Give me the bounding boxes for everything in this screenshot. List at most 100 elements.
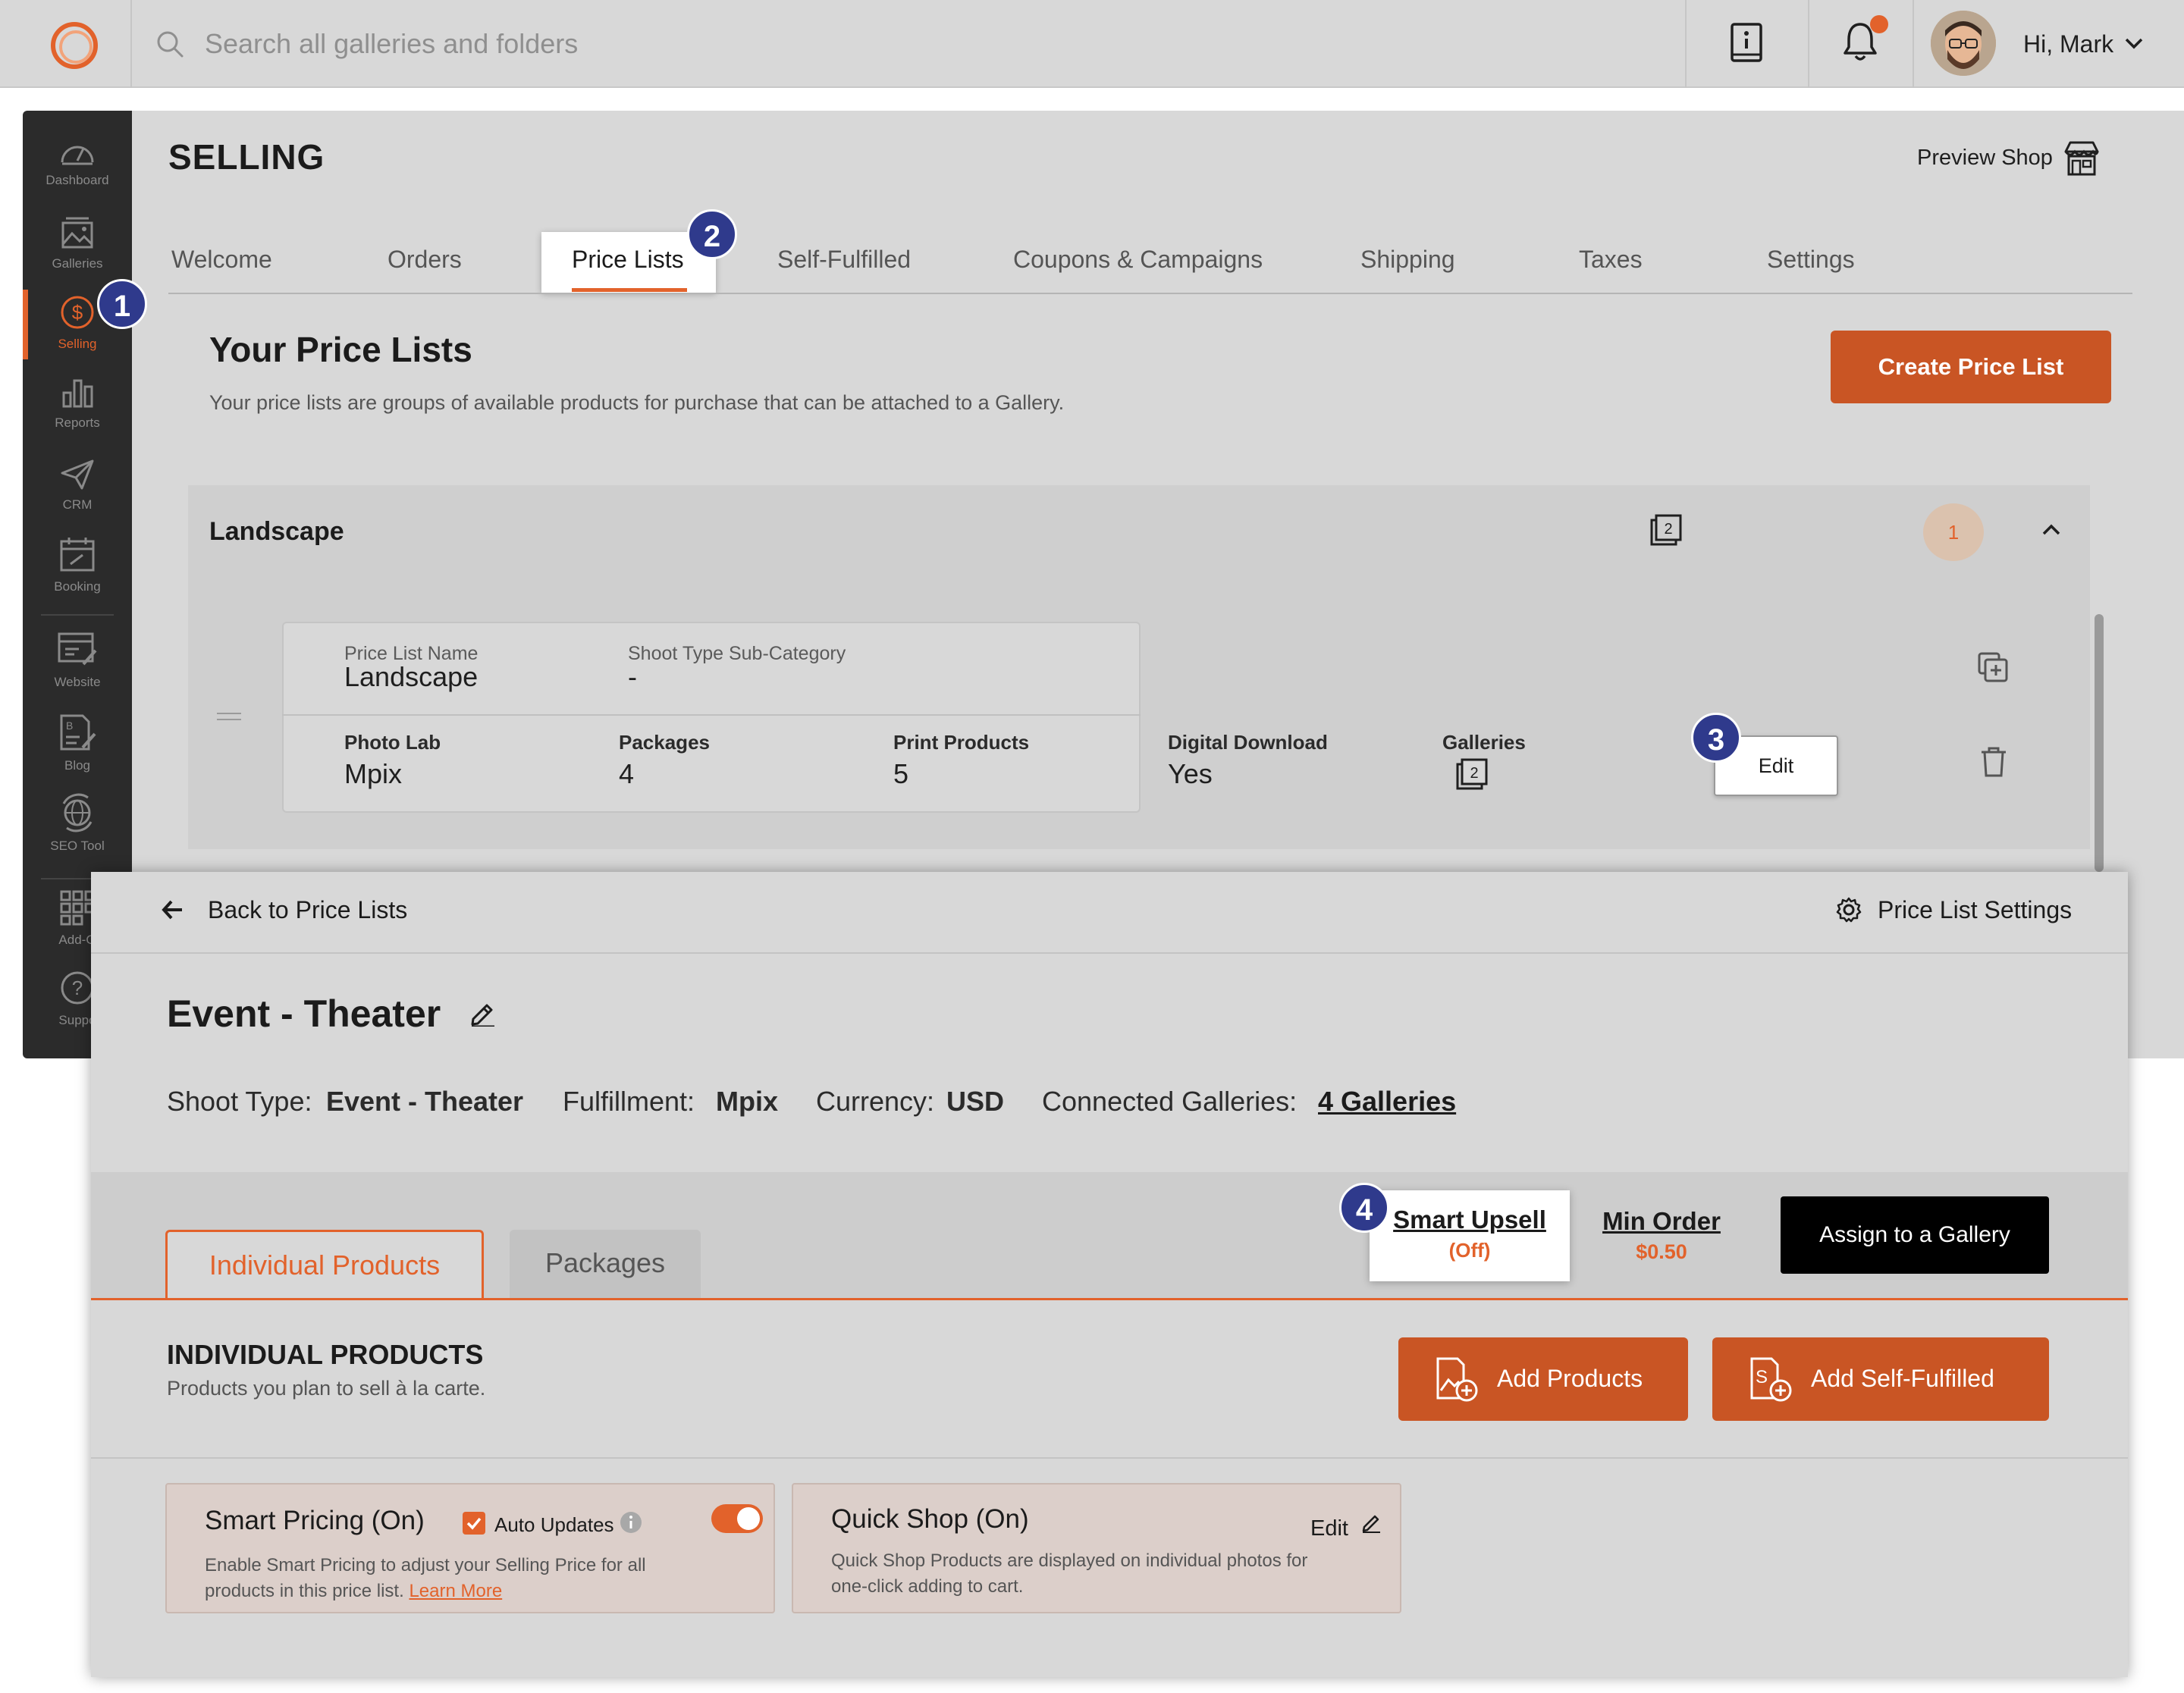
user-greeting[interactable]: Hi, Mark (2023, 30, 2113, 58)
card-gallery-count: 2 (1470, 765, 1478, 782)
price-list-name-value: Landscape (344, 661, 479, 692)
sidebar-item-website[interactable]: Website (23, 631, 132, 690)
quick-shop-edit-link[interactable]: Edit (1310, 1516, 1348, 1541)
sidebar-item-galleries[interactable]: Galleries (23, 215, 132, 271)
sidebar-item-dashboard[interactable]: Dashboard (23, 135, 132, 188)
topbar-divider (1808, 0, 1809, 88)
sidebar-item-seo-tool[interactable]: SEO Tool (23, 793, 132, 854)
assign-to-gallery-button[interactable]: Assign to a Gallery (1781, 1196, 2049, 1274)
price-list-settings-link[interactable]: Price List Settings (1878, 896, 2072, 924)
sidebar-item-label: Booking (54, 579, 101, 594)
seo-icon (62, 793, 93, 832)
tab-packages[interactable]: Packages (510, 1230, 701, 1300)
add-product-icon (1436, 1357, 1478, 1402)
tab-taxes[interactable]: Taxes (1579, 246, 1643, 274)
print-products-value: 5 (893, 758, 909, 789)
smart-pricing-description: Enable Smart Pricing to adjust your Sell… (205, 1553, 646, 1604)
galleries-icon (61, 217, 93, 249)
duplicate-icon[interactable] (1976, 651, 2010, 684)
drag-handle-icon[interactable] (215, 711, 243, 722)
tabs-divider (168, 293, 2132, 294)
chevron-down-icon[interactable] (2123, 35, 2145, 52)
connected-galleries-link[interactable]: 4 Galleries (1318, 1086, 1456, 1118)
individual-products-title: INDIVIDUAL PRODUCTS (167, 1339, 484, 1370)
back-to-price-lists-link[interactable]: Back to Price Lists (208, 896, 407, 924)
search-icon (157, 31, 184, 58)
sidebar-item-crm[interactable]: CRM (23, 458, 132, 513)
add-self-fulfilled-button[interactable]: S Add Self-Fulfilled (1712, 1337, 2049, 1421)
checkmark-icon (466, 1517, 482, 1530)
avatar[interactable] (1931, 11, 1996, 76)
tab-settings[interactable]: Settings (1767, 246, 1855, 274)
svg-text:?: ? (72, 977, 83, 999)
sidebar-item-blog[interactable]: B Blog (23, 713, 132, 773)
sidebar-item-reports[interactable]: Reports (23, 376, 132, 431)
currency-label: Currency: (816, 1086, 935, 1117)
sidebar-item-label: Galleries (52, 256, 103, 271)
card-divider (282, 714, 1141, 716)
page-title: SELLING (168, 137, 325, 177)
tabs-underline (91, 1298, 2128, 1300)
tab-coupons-campaigns[interactable]: Coupons & Campaigns (1013, 246, 1263, 274)
tab-price-lists[interactable]: Price Lists (572, 246, 684, 274)
create-price-list-button[interactable]: Create Price List (1831, 331, 2111, 403)
subcategory-label: Shoot Type Sub-Category (628, 643, 846, 664)
sidebar-divider (41, 614, 114, 616)
panel-header-divider (91, 952, 2128, 954)
min-order-value: $0.50 (1636, 1240, 1687, 1263)
preview-shop-link[interactable]: Preview Shop (1917, 146, 2053, 171)
step-marker-2: 2 (687, 209, 737, 259)
section-subtitle: Your price lists are groups of available… (209, 391, 1065, 414)
chevron-up-icon[interactable] (2040, 522, 2063, 538)
quick-shop-description: Quick Shop Products are displayed on ind… (831, 1548, 1307, 1600)
tab-shipping[interactable]: Shipping (1360, 246, 1455, 274)
website-icon (58, 632, 97, 666)
sidebar-item-label: Reports (55, 415, 100, 430)
sidebar-item-label: SEO Tool (50, 839, 105, 853)
quick-shop-desc-line2: one-click adding to cart. (831, 1576, 1024, 1597)
notification-dot (1870, 15, 1888, 33)
min-order-button[interactable]: Min Order $0.50 (1596, 1207, 1727, 1264)
search-input[interactable] (205, 21, 1646, 67)
topbar-divider (1913, 0, 1914, 88)
dollar-icon: $ (61, 296, 94, 329)
step-marker-3: 3 (1691, 713, 1741, 763)
smart-upsell-button[interactable]: Smart Upsell (Off) (1370, 1190, 1570, 1281)
quick-shop-desc-line1: Quick Shop Products are displayed on ind… (831, 1550, 1308, 1571)
group-gallery-count: 2 (1664, 521, 1672, 538)
sidebar-item-label: Blog (64, 758, 91, 773)
info-icon[interactable] (619, 1510, 643, 1535)
tab-self-fulfilled[interactable]: Self-Fulfilled (777, 246, 911, 274)
tab-welcome[interactable]: Welcome (171, 246, 272, 274)
app-logo-icon[interactable] (47, 18, 102, 73)
min-order-label: Min Order (1602, 1207, 1721, 1235)
add-products-button[interactable]: Add Products (1398, 1337, 1688, 1421)
arrow-left-icon[interactable] (161, 898, 185, 922)
trash-icon[interactable] (1979, 746, 2008, 778)
scrollbar[interactable] (2095, 614, 2104, 872)
svg-text:$: $ (72, 301, 83, 324)
fulfillment-value: Mpix (716, 1086, 779, 1117)
pencil-icon[interactable] (469, 999, 496, 1027)
add-products-label: Add Products (1497, 1365, 1643, 1392)
storefront-icon[interactable] (2063, 140, 2101, 177)
auto-updates-checkbox[interactable] (463, 1512, 485, 1535)
digital-download-value: Yes (1168, 758, 1213, 789)
fulfillment-label: Fulfillment: (563, 1086, 695, 1117)
pencil-icon[interactable] (1360, 1512, 1382, 1533)
tab-individual-products[interactable]: Individual Products (165, 1230, 484, 1300)
sidebar-item-booking[interactable]: Booking (23, 535, 132, 594)
price-list-group-title[interactable]: Landscape (209, 517, 344, 547)
section-divider (91, 1457, 2128, 1459)
price-list-title: Event - Theater (167, 992, 441, 1035)
packages-value: 4 (619, 758, 635, 789)
subcategory-value: - (628, 661, 637, 692)
tab-orders[interactable]: Orders (388, 246, 462, 274)
learn-more-link[interactable]: Learn More (409, 1581, 502, 1601)
price-list-count-badge: 1 (1923, 503, 1984, 561)
smart-pricing-desc-line2: products in this price list. (205, 1581, 404, 1601)
guide-book-icon[interactable] (1729, 21, 1765, 65)
print-products-label: Print Products (893, 731, 1030, 754)
gear-icon[interactable] (1835, 896, 1862, 923)
send-icon (61, 459, 94, 490)
